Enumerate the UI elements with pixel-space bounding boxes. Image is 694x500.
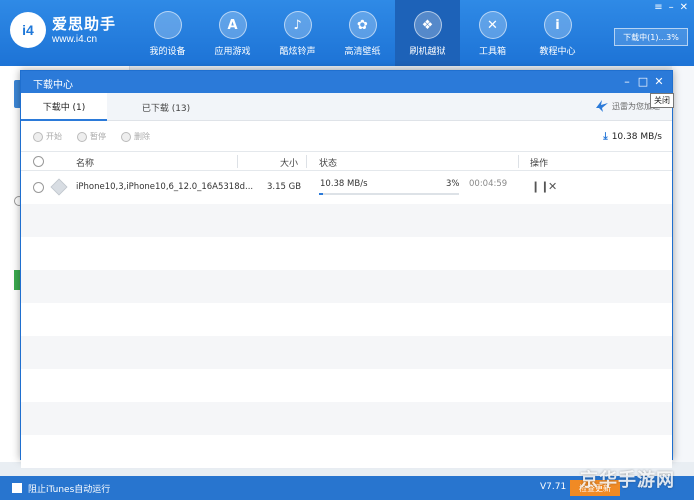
select-all-radio[interactable] [33,156,44,167]
flower-icon: ✿ [348,11,377,39]
app-store-icon: A [218,11,247,39]
app-header: i4 爱思助手 www.i4.cn 我的设备 A 应用游戏 ♪ 酷炫铃声 ✿ 高… [0,0,694,66]
start-label: 开始 [46,132,62,141]
nav-label: 教程中心 [539,47,576,57]
column-divider [518,155,519,168]
nav-my-device[interactable]: 我的设备 [135,0,200,66]
download-tabs: 下载中 (1) 已下载 (13) 迅雷为您加速 [21,93,672,121]
pause-icon [77,131,87,142]
nav-tutorials[interactable]: i 教程中心 [525,0,590,66]
download-center-dialog: 下载中心 – □ ✕ 关闭 下载中 (1) 已下载 (13) 迅雷为您加速 开始… [20,70,674,468]
row-select-radio[interactable] [33,182,44,193]
tab-downloading[interactable]: 下载中 (1) [21,93,107,121]
nav-label: 高清壁纸 [344,47,381,57]
maximize-icon[interactable]: □ [635,73,651,89]
itunes-label: 阻止iTunes自动运行 [28,485,111,495]
column-divider [306,155,307,168]
download-arrow-icon: ⤓ [603,131,608,142]
itunes-checkbox[interactable] [12,483,22,493]
file-size: 3.15 GB [267,182,302,192]
nav-label: 应用游戏 [214,47,251,57]
close-tooltip: 关闭 [650,93,674,108]
main-nav: 我的设备 A 应用游戏 ♪ 酷炫铃声 ✿ 高清壁纸 ❖ 刷机越狱 ✕ 工具箱 i… [135,0,590,66]
bird-icon [596,100,608,112]
pause-label: 暂停 [90,132,106,141]
firmware-file-icon [50,178,68,196]
download-list: iPhone10,3,iPhone10,6_12.0_16A5318d... 3… [21,171,672,468]
close-icon[interactable]: ✕ [548,180,557,193]
empty-row [21,336,672,369]
time-remaining: 00:04:59 [469,179,508,189]
column-status: 状态 [319,159,338,169]
apple-icon [153,11,182,39]
nav-label: 我的设备 [149,47,186,57]
file-name: iPhone10,3,iPhone10,6_12.0_16A5318d... [76,182,254,192]
nav-ringtones[interactable]: ♪ 酷炫铃声 [265,0,330,66]
nav-label: 工具箱 [478,47,506,57]
nav-wallpapers[interactable]: ✿ 高清壁纸 [330,0,395,66]
total-speed: ⤓ 10.38 MB/s [603,131,662,142]
nav-label: 酷炫铃声 [279,47,316,57]
empty-row [21,435,672,468]
tools-icon: ✕ [478,11,507,39]
download-row[interactable]: iPhone10,3,iPhone10,6_12.0_16A5318d... 3… [21,171,672,204]
app-brand: 爱思助手 [52,15,117,33]
dialog-title: 下载中心 [33,80,73,91]
nav-apps-games[interactable]: A 应用游戏 [200,0,265,66]
column-size: 大小 [280,159,299,169]
delete-icon [121,131,131,142]
menu-icon[interactable]: ≡ [654,2,662,13]
progress-bar [319,193,459,195]
nav-flash-jailbreak[interactable]: ❖ 刷机越狱 [395,0,460,66]
version-label: V7.71 [540,482,567,492]
info-icon: i [543,11,572,39]
app-logo: i4 [10,12,46,48]
pause-button[interactable]: 暂停 [77,131,106,142]
bell-icon: ♪ [283,11,312,39]
nav-label: 刷机越狱 [409,47,446,57]
watermark: 京华手游网 [580,470,675,491]
start-button[interactable]: 开始 [33,131,62,142]
download-percent: 3% [446,179,460,189]
close-icon[interactable]: ✕ [680,2,688,13]
pause-icon[interactable]: ❙❙ [531,180,549,193]
empty-row [21,402,672,435]
delete-button[interactable]: 删除 [121,131,150,142]
close-icon[interactable]: ✕ [651,73,667,89]
table-header: 名称 大小 状态 操作 [21,151,672,171]
column-divider [237,155,238,168]
empty-row [21,204,672,237]
empty-row [21,303,672,336]
right-panel [672,66,694,462]
column-name: 名称 [76,159,95,169]
empty-row [21,369,672,402]
window-controls: ≡ – ✕ [654,2,688,13]
download-status-button[interactable]: 下载中(1)...3% [614,28,688,46]
dialog-titlebar: 下载中心 – □ ✕ [21,71,672,93]
delete-label: 删除 [134,132,150,141]
tab-downloaded[interactable]: 已下载 (13) [121,93,211,121]
column-action: 操作 [530,159,549,169]
empty-row [21,270,672,303]
total-speed-value: 10.38 MB/s [611,131,662,142]
minimize-icon[interactable]: – [669,2,674,13]
empty-row [21,237,672,270]
app-site-url: www.i4.cn [52,34,98,45]
start-icon [33,131,43,142]
box-icon: ❖ [413,11,442,39]
minimize-icon[interactable]: – [619,73,635,89]
nav-toolbox[interactable]: ✕ 工具箱 [460,0,525,66]
progress-fill [319,193,324,195]
download-speed: 10.38 MB/s [320,179,368,189]
download-toolbar: 开始 暂停 删除 ⤓ 10.38 MB/s [21,127,672,149]
